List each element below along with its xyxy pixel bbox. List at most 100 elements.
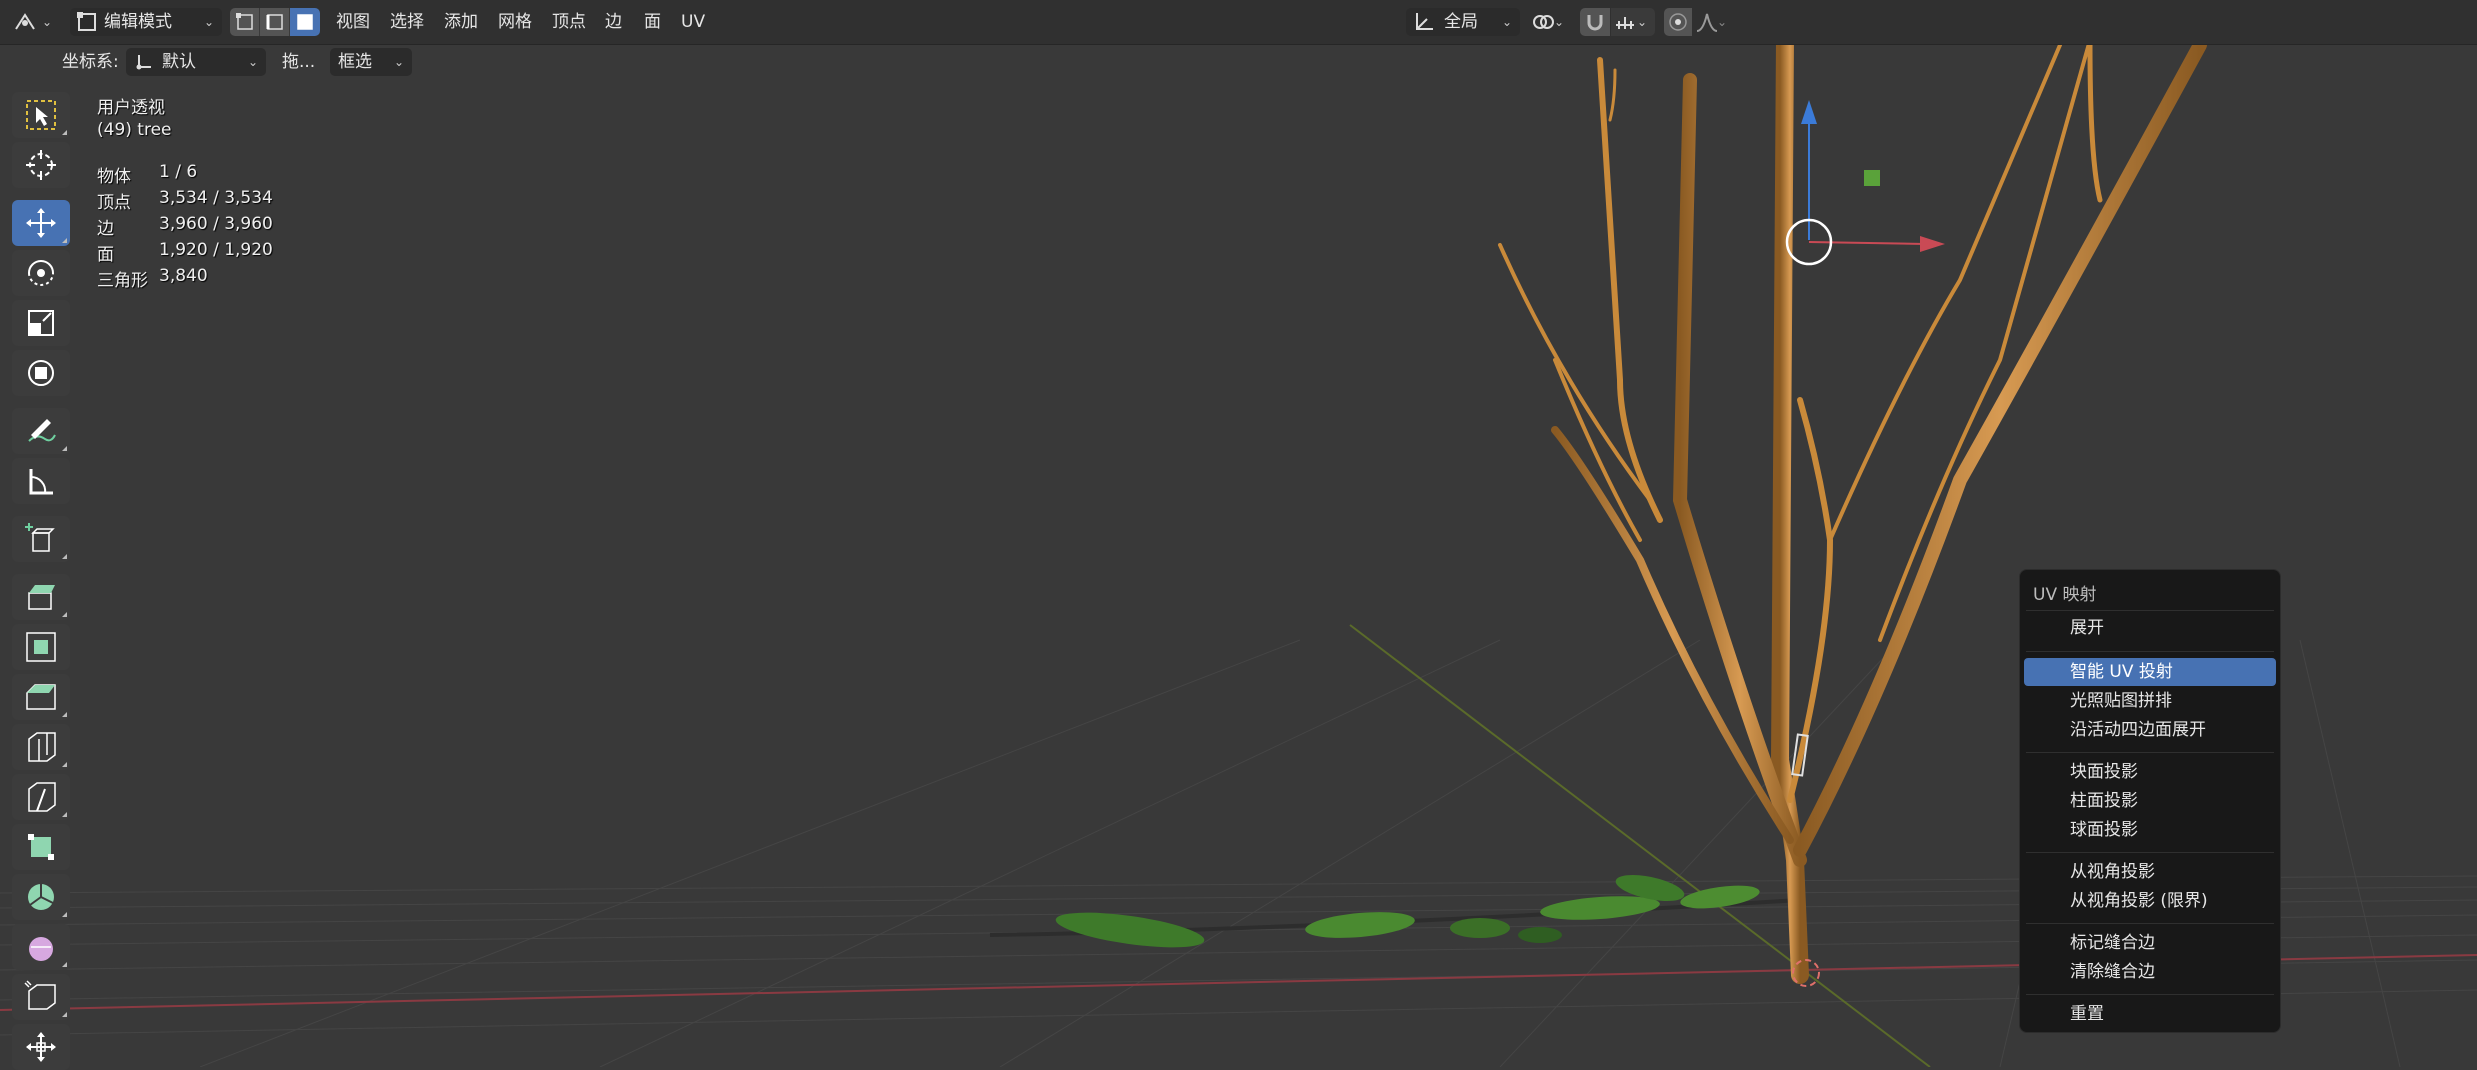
edge-select-icon: [266, 14, 283, 30]
snap-increment-icon: [1616, 17, 1634, 29]
loop-cut-icon: [28, 732, 56, 762]
select-box-icon: [26, 100, 56, 130]
scale-tool[interactable]: [12, 300, 70, 346]
orientation-icon: [1416, 13, 1433, 30]
tool-settings-bar: 坐标系: 默认 ⌄ 拖... 框选 ⌄: [0, 44, 2477, 80]
menu-item-sphere-projection[interactable]: 球面投影: [2024, 816, 2276, 844]
menu-separator: [2026, 651, 2274, 652]
menu-item-smart-uv-project[interactable]: 智能 UV 投射: [2024, 658, 2276, 686]
view-name: 用户透视: [97, 98, 165, 118]
editor-type-icon: [15, 13, 35, 30]
menu-select[interactable]: 选择: [390, 8, 424, 36]
menu-separator: [2026, 752, 2274, 753]
stat-label: 三角形: [97, 271, 148, 291]
shear-icon: [24, 980, 56, 1010]
face-select-icon: [297, 14, 313, 30]
orientation-label: 全局: [1444, 12, 1478, 32]
object-name: (49) tree: [97, 120, 172, 140]
snap-toggle[interactable]: [1580, 8, 1610, 36]
menu-item-follow-active-quads[interactable]: 沿活动四边面展开: [2024, 716, 2276, 744]
select-box-tool[interactable]: [12, 92, 70, 138]
menu-item-unwrap[interactable]: 展开: [2024, 614, 2276, 642]
drag-select-dropdown[interactable]: 框选 ⌄: [330, 48, 412, 76]
menu-item-project-from-view-bounds[interactable]: 从视角投影 (限界): [2024, 887, 2276, 915]
stat-label: 边: [97, 219, 114, 239]
smooth-tool[interactable]: [12, 924, 70, 970]
coord-system-label: 坐标系:: [62, 52, 119, 72]
add-cube-icon: [25, 523, 55, 552]
menu-title: UV 映射: [2033, 585, 2097, 605]
stat-label: 面: [97, 245, 114, 265]
proportional-edit-toggle[interactable]: [1664, 8, 1692, 36]
move-icon: [26, 208, 56, 238]
inset-tool[interactable]: [12, 624, 70, 670]
cursor-tool[interactable]: [12, 142, 70, 188]
coord-system-value: 默认: [162, 52, 196, 72]
mode-label: 编辑模式: [104, 12, 172, 32]
falloff-dropdown[interactable]: ⌄: [1693, 8, 1735, 36]
rotate-tool[interactable]: [12, 250, 70, 296]
stat-value: 3,840: [159, 266, 208, 286]
drag-label: 拖...: [282, 52, 316, 72]
extrude-tool[interactable]: [12, 574, 70, 620]
transform-icon: [28, 360, 54, 386]
editor-type-dropdown[interactable]: ⌄: [8, 8, 60, 36]
pivot-icon: [1533, 15, 1554, 29]
menu-edge[interactable]: 边: [605, 8, 622, 36]
coord-system-icon: [136, 55, 151, 70]
vertex-select-button[interactable]: [230, 8, 260, 36]
menu-item-mark-seam[interactable]: 标记缝合边: [2024, 929, 2276, 957]
chevron-down-icon: ⌄: [393, 55, 404, 69]
smooth-icon: [29, 937, 53, 961]
drag-select-value: 框选: [338, 52, 372, 72]
chevron-down-icon: ⌄: [1636, 15, 1647, 29]
chevron-down-icon: ⌄: [247, 55, 258, 69]
menu-item-project-from-view[interactable]: 从视角投影: [2024, 858, 2276, 886]
cursor-icon: [26, 150, 56, 180]
chevron-down-icon: ⌄: [1553, 15, 1564, 29]
pivot-dropdown[interactable]: ⌄: [1530, 8, 1572, 36]
move-tool[interactable]: [12, 200, 70, 246]
menu-item-cube-projection[interactable]: 块面投影: [2024, 758, 2276, 786]
menu-item-lightmap-pack[interactable]: 光照贴图拼排: [2024, 687, 2276, 715]
transform-orientation-dropdown[interactable]: 全局 ⌄: [1406, 8, 1520, 36]
face-select-button[interactable]: [290, 8, 320, 36]
menu-item-reset[interactable]: 重置: [2024, 1000, 2276, 1028]
menu-uv[interactable]: UV: [681, 8, 705, 36]
stat-value: 3,534 / 3,534: [159, 188, 273, 208]
mode-dropdown[interactable]: 编辑模式 ⌄: [70, 8, 222, 36]
extrude-icon: [28, 585, 55, 610]
snap-target-dropdown[interactable]: ⌄: [1611, 8, 1655, 36]
menu-separator: [2026, 852, 2274, 853]
menu-view[interactable]: 视图: [336, 8, 370, 36]
poly-build-icon: [28, 834, 54, 860]
loop-cut-tool[interactable]: [12, 724, 70, 770]
coord-system-dropdown[interactable]: 默认 ⌄: [126, 48, 266, 76]
shear-tool[interactable]: [12, 974, 70, 1020]
spin-tool[interactable]: [12, 874, 70, 920]
edit-mode-icon: [77, 12, 96, 31]
chevron-down-icon: ⌄: [41, 15, 52, 29]
menu-add[interactable]: 添加: [444, 8, 478, 36]
menu-vertex[interactable]: 顶点: [552, 8, 586, 36]
stat-label: 顶点: [97, 193, 131, 213]
add-cube-tool[interactable]: [12, 516, 70, 562]
menu-item-clear-seam[interactable]: 清除缝合边: [2024, 958, 2276, 986]
move-extra-tool[interactable]: [12, 1024, 70, 1070]
chevron-down-icon: ⌄: [1501, 15, 1512, 29]
knife-tool[interactable]: [12, 774, 70, 820]
measure-tool[interactable]: [12, 458, 70, 504]
menu-item-cylinder-projection[interactable]: 柱面投影: [2024, 787, 2276, 815]
chevron-down-icon: ⌄: [1716, 15, 1727, 29]
uv-mapping-menu: UV 映射 展开 智能 UV 投射 光照贴图拼排 沿活动四边面展开 块面投影 柱…: [2019, 569, 2281, 1033]
menu-separator: [2026, 923, 2274, 924]
menu-mesh[interactable]: 网格: [498, 8, 532, 36]
edge-select-button[interactable]: [260, 8, 290, 36]
poly-build-tool[interactable]: [12, 824, 70, 870]
menu-separator: [2026, 610, 2274, 611]
menu-face[interactable]: 面: [644, 8, 661, 36]
proportional-edit-icon: [1669, 13, 1687, 31]
annotate-tool[interactable]: [12, 408, 70, 454]
bevel-tool[interactable]: [12, 674, 70, 720]
transform-tool[interactable]: [12, 350, 70, 396]
